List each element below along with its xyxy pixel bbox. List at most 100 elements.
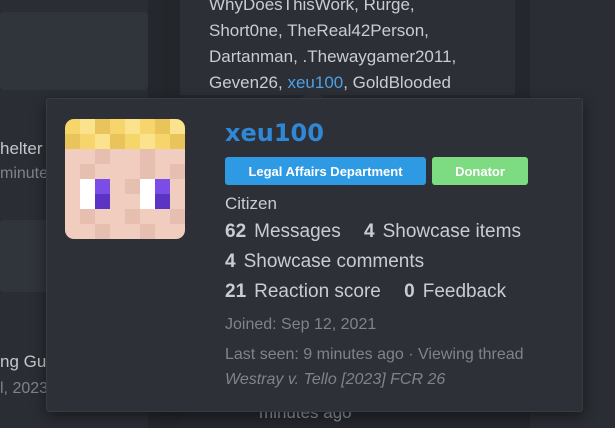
banner-donator: Donator — [432, 157, 528, 185]
stats-row: 21 Reaction score 0 Feedback — [225, 281, 506, 303]
stat-showcase-items[interactable]: 4 Showcase items — [364, 221, 521, 243]
left-thread-meta: minute — [0, 165, 49, 182]
avatar-pixel — [140, 179, 155, 194]
stat-value: 21 — [225, 281, 247, 302]
avatar-pixel — [170, 224, 185, 239]
avatar-pixel — [110, 179, 125, 194]
stat-value: 62 — [225, 221, 247, 242]
avatar-pixel — [65, 209, 80, 224]
reaction-user-line[interactable]: Short0ne, TheReal42Person, — [209, 18, 509, 44]
avatar-pixel — [140, 134, 155, 149]
avatar-pixel — [155, 179, 170, 194]
avatar-pixel — [110, 224, 125, 239]
avatar-pixel — [80, 179, 95, 194]
avatar-pixel — [125, 149, 140, 164]
reaction-user-link[interactable]: , GoldBlooded — [343, 73, 451, 92]
viewing-thread-link[interactable]: Westray v. Tello [2023] FCR 26 — [225, 371, 445, 389]
avatar-pixel — [125, 194, 140, 209]
stat-label: Messages — [254, 221, 341, 242]
tooltip-arrow — [302, 87, 324, 98]
avatar-pixel — [155, 119, 170, 134]
avatar-pixel — [65, 179, 80, 194]
avatar-pixel — [65, 224, 80, 239]
avatar-pixel — [95, 134, 110, 149]
avatar-pixel — [155, 134, 170, 149]
stat-value: 4 — [225, 251, 236, 272]
avatar-pixel — [140, 119, 155, 134]
avatar-pixel — [170, 119, 185, 134]
avatar-pixel — [170, 194, 185, 209]
avatar-pixel — [170, 149, 185, 164]
avatar-pixel — [170, 179, 185, 194]
avatar[interactable] — [65, 119, 185, 239]
avatar-pixel — [125, 224, 140, 239]
username-link[interactable]: xeu100 — [225, 119, 324, 147]
left-thread-title[interactable]: ng Gui — [0, 352, 50, 372]
avatar-pixel — [125, 209, 140, 224]
avatar-pixel — [110, 209, 125, 224]
stat-value: 0 — [404, 281, 415, 302]
left-card — [0, 12, 148, 90]
avatar-pixel — [110, 149, 125, 164]
stat-messages[interactable]: 62 Messages — [225, 221, 341, 243]
avatar-pixel — [80, 119, 95, 134]
avatar-pixel — [125, 179, 140, 194]
stat-label: Reaction score — [254, 281, 381, 302]
avatar-pixel — [80, 164, 95, 179]
stats-row: 4 Showcase comments — [225, 251, 424, 273]
avatar-pixel — [140, 194, 155, 209]
stat-showcase-comments[interactable]: 4 Showcase comments — [225, 251, 424, 273]
avatar-pixel — [95, 194, 110, 209]
member-tooltip: xeu100 Legal Affairs Department Donator … — [46, 98, 583, 412]
avatar-pixel — [80, 194, 95, 209]
avatar-pixel — [110, 119, 125, 134]
avatar-pixel — [80, 224, 95, 239]
avatar-pixel — [95, 224, 110, 239]
reaction-user-list: WhyDoesThisWork, Rurge, Short0ne, TheRea… — [209, 0, 509, 96]
avatar-pixel — [65, 194, 80, 209]
stat-feedback[interactable]: 0 Feedback — [404, 281, 506, 303]
avatar-pixel — [155, 194, 170, 209]
avatar-pixel — [140, 149, 155, 164]
avatar-pixel — [155, 224, 170, 239]
reaction-user-line[interactable]: Dartanman, .Thewaygamer2011, — [209, 44, 509, 70]
avatar-pixel — [80, 134, 95, 149]
avatar-pixel — [95, 164, 110, 179]
avatar-pixel — [125, 164, 140, 179]
reaction-user-line: Geven26, xeu100, GoldBlooded — [209, 70, 509, 96]
avatar-pixel — [170, 164, 185, 179]
left-thread-title[interactable]: helter — [0, 139, 43, 159]
avatar-pixel — [95, 119, 110, 134]
avatar-pixel — [155, 149, 170, 164]
avatar-pixel — [65, 134, 80, 149]
joined-date: Joined: Sep 12, 2021 — [225, 316, 377, 333]
stat-label: Showcase comments — [243, 251, 425, 272]
left-thread-meta: l, 2023 — [0, 380, 49, 397]
last-seen: Last seen: 9 minutes ago · Viewing threa… — [225, 346, 524, 363]
reaction-user-line[interactable]: WhyDoesThisWork, Rurge, — [209, 0, 509, 18]
avatar-pixel — [140, 164, 155, 179]
avatar-pixel — [140, 224, 155, 239]
banner-legal-affairs: Legal Affairs Department — [225, 157, 426, 185]
stat-label: Feedback — [422, 281, 507, 302]
avatar-pixel — [110, 134, 125, 149]
avatar-pixel — [110, 164, 125, 179]
avatar-pixel — [95, 149, 110, 164]
user-title: Citizen — [225, 194, 277, 213]
avatar-pixel — [95, 179, 110, 194]
avatar-pixel — [65, 149, 80, 164]
avatar-pixel — [65, 119, 80, 134]
avatar-pixel — [140, 209, 155, 224]
avatar-pixel — [110, 194, 125, 209]
avatar-pixel — [125, 134, 140, 149]
stats-row: 62 Messages 4 Showcase items — [225, 221, 521, 243]
reaction-user-link[interactable]: Geven26, — [209, 73, 287, 92]
stat-value: 4 — [364, 221, 375, 242]
avatar-pixel — [80, 149, 95, 164]
avatar-pixel — [155, 209, 170, 224]
avatar-pixel — [95, 209, 110, 224]
avatar-pixel — [80, 209, 95, 224]
avatar-pixel — [65, 164, 80, 179]
stat-reaction-score[interactable]: 21 Reaction score — [225, 281, 381, 303]
stat-label: Showcase items — [382, 221, 521, 242]
